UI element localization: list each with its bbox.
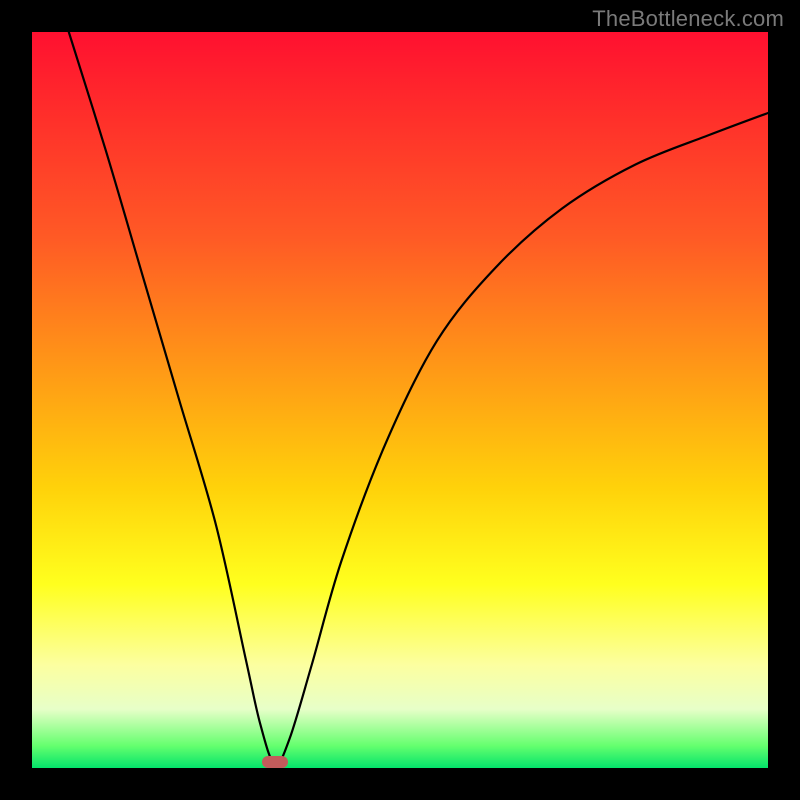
plot-area	[32, 32, 768, 768]
chart-frame: TheBottleneck.com	[0, 0, 800, 800]
bottleneck-curve	[32, 32, 768, 768]
minimum-marker	[262, 756, 288, 768]
watermark-text: TheBottleneck.com	[592, 6, 784, 32]
